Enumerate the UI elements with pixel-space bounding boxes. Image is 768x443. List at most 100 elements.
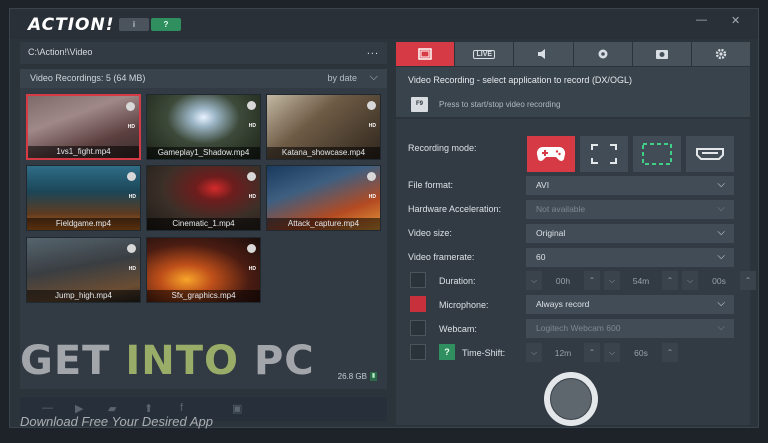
timeshift-label: Time-Shift: [462, 348, 506, 358]
recording-name: Sfx_graphics.mp4 [147, 290, 260, 302]
hd-badge: HD [248, 123, 256, 129]
mode-hdmi-button[interactable] [686, 136, 734, 172]
recording-thumbnail[interactable]: HD Fieldgame.mp4 [26, 165, 141, 231]
webcam-checkbox[interactable] [410, 320, 426, 336]
free-space-value: 26.8 GB [337, 371, 367, 381]
recording-thumbnail[interactable]: HD Sfx_graphics.mp4 [146, 237, 261, 303]
remove-icon[interactable]: — [42, 402, 53, 414]
browse-folder-button[interactable]: ... [367, 45, 379, 57]
microphone-label: Microphone: [439, 300, 489, 310]
tab-webcam[interactable] [573, 42, 632, 66]
file-format-label: File format: [408, 180, 454, 190]
duration-hours[interactable]: 00h [542, 276, 584, 286]
tab-video-recording[interactable] [396, 42, 455, 66]
chevron-up-icon[interactable]: ⌃ [584, 271, 600, 290]
microphone-select[interactable]: Always record ⌵ [526, 295, 734, 314]
video-record-icon [418, 48, 432, 60]
duration-label: Duration: [439, 276, 476, 286]
video-size-label: Video size: [408, 228, 452, 238]
record-button[interactable] [544, 372, 598, 426]
recording-thumbnail[interactable]: HD 1vs1_fight.mp4 [26, 94, 141, 160]
chevron-down-icon: ⌵ [717, 322, 725, 333]
youtube-icon[interactable]: ▣ [232, 402, 242, 415]
chevron-down-icon: ⌵ [717, 203, 725, 214]
timeshift-minutes[interactable]: 12m [542, 348, 584, 358]
hd-badge: HD [368, 123, 376, 129]
fullscreen-icon [591, 144, 617, 164]
timeshift-seconds[interactable]: 60s [620, 348, 662, 358]
thumbnail-status-icon [126, 102, 135, 111]
mode-fullscreen-button[interactable] [580, 136, 628, 172]
free-space-indicator: 26.8 GB ▮ [338, 372, 377, 381]
file-format-select[interactable]: AVI ⌵ [526, 176, 734, 195]
chevron-down-icon[interactable]: ⌵ [682, 271, 698, 290]
folder-path-bar[interactable]: C:\Action!\Video ... [20, 42, 387, 64]
microphone-checkbox[interactable] [410, 296, 426, 312]
recording-thumbnail[interactable]: HD Gameplay1_Shadow.mp4 [146, 94, 261, 160]
chevron-up-icon[interactable]: ⌃ [662, 343, 678, 362]
chevron-down-icon: ⌵ [717, 179, 725, 190]
recording-name: Cinematic_1.mp4 [147, 218, 260, 230]
sort-selector[interactable]: by date [327, 73, 357, 83]
webcam-select[interactable]: Logitech Webcam 600 ⌵ [526, 319, 734, 338]
recording-info-panel: Video Recording - select application to … [396, 67, 750, 117]
hw-accel-value: Not available [536, 204, 586, 214]
hd-badge: HD [368, 194, 376, 200]
close-button[interactable]: ✕ [731, 14, 740, 27]
thumbnail-status-icon [367, 101, 376, 110]
recording-thumbnail[interactable]: HD Cinematic_1.mp4 [146, 165, 261, 231]
thumbnail-status-icon [127, 172, 136, 181]
recording-name: Gameplay1_Shadow.mp4 [147, 147, 260, 159]
facebook-icon[interactable]: f [180, 402, 183, 414]
thumbnail-status-icon [367, 172, 376, 181]
recording-mode-label: Recording mode: [408, 143, 477, 153]
hw-accel-select[interactable]: Not available ⌵ [526, 200, 734, 219]
tab-live-streaming[interactable]: LIVE [455, 42, 514, 66]
duration-checkbox[interactable] [410, 272, 426, 288]
hotkey-badge: F9 [411, 97, 428, 112]
chevron-up-icon[interactable]: ⌃ [662, 271, 678, 290]
chevron-up-icon[interactable]: ⌃ [584, 343, 600, 362]
recording-name: Katana_showcase.mp4 [267, 147, 380, 159]
duration-seconds[interactable]: 00s [698, 276, 740, 286]
recording-name: 1vs1_fight.mp4 [28, 146, 139, 158]
mode-game-button[interactable] [527, 136, 575, 172]
thumbnail-status-icon [247, 244, 256, 253]
library-header: Video Recordings: 5 (64 MB) by date ⌵ [20, 69, 387, 88]
recording-thumbnail[interactable]: HD Jump_high.mp4 [26, 237, 141, 303]
watermark-get: GET [20, 338, 126, 384]
watermark-tagline: Download Free Your Desired App [20, 414, 213, 429]
recording-thumbnail[interactable]: HD Attack_capture.mp4 [266, 165, 381, 231]
minimize-button[interactable]: — [696, 14, 707, 26]
hd-badge: HD [128, 194, 136, 200]
tab-audio[interactable] [514, 42, 573, 66]
chevron-down-icon[interactable]: ⌵ [526, 271, 542, 290]
chevron-down-icon[interactable]: ⌵ [604, 343, 620, 362]
watermark-into: INTO [125, 338, 240, 384]
timeshift-help-button[interactable]: ? [439, 344, 455, 360]
chevron-down-icon[interactable]: ⌵ [370, 71, 378, 84]
tab-screenshot[interactable] [632, 42, 691, 66]
live-icon: LIVE [473, 49, 496, 59]
tab-settings[interactable] [691, 42, 751, 66]
chevron-up-icon[interactable]: ⌃ [740, 271, 756, 290]
video-size-select[interactable]: Original ⌵ [526, 224, 734, 243]
chevron-down-icon[interactable]: ⌵ [604, 271, 620, 290]
info-button[interactable]: i [119, 18, 149, 31]
video-size-value: Original [536, 228, 566, 238]
info-title: Video Recording - select application to … [408, 75, 632, 85]
framerate-select[interactable]: 60 ⌵ [526, 248, 734, 267]
region-select-icon [642, 143, 672, 165]
help-button[interactable]: ? [151, 18, 181, 31]
timeshift-checkbox[interactable] [410, 344, 426, 360]
recording-thumbnail[interactable]: HD Katana_showcase.mp4 [266, 94, 381, 160]
library-title: Video Recordings: 5 (64 MB) [30, 73, 146, 83]
mode-region-button[interactable] [633, 136, 681, 172]
app-logo: ACTION! [28, 15, 115, 35]
duration-minutes[interactable]: 54m [620, 276, 662, 286]
chevron-down-icon[interactable]: ⌵ [526, 343, 542, 362]
hd-badge: HD [248, 194, 256, 200]
framerate-label: Video framerate: [408, 252, 475, 262]
watermark-pc: PC [239, 338, 315, 384]
file-format-value: AVI [536, 180, 550, 190]
